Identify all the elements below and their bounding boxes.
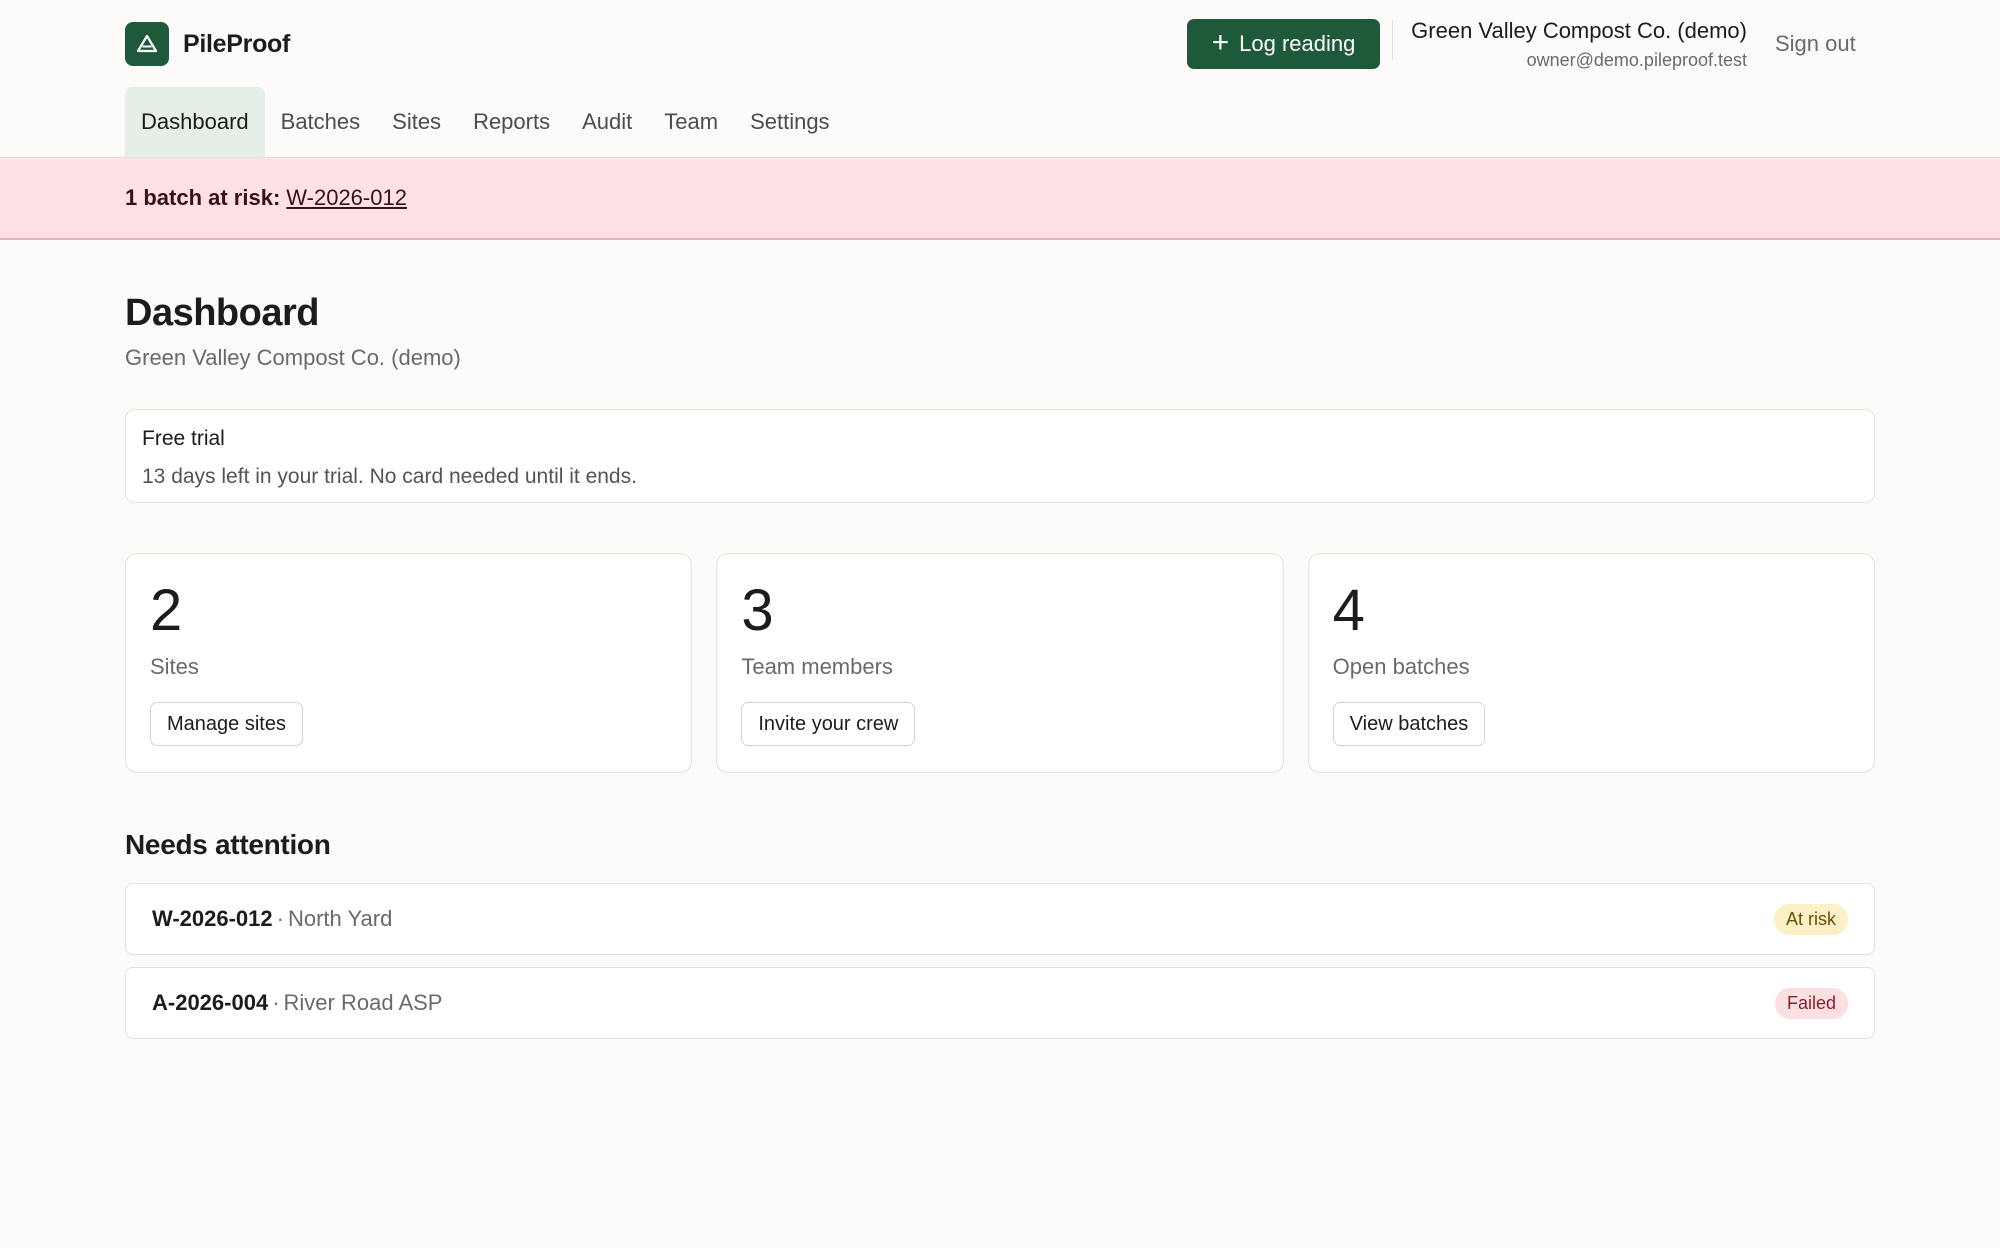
nav-sites[interactable]: Sites [376, 87, 457, 157]
nav-reports[interactable]: Reports [457, 87, 566, 157]
log-reading-label: Log reading [1239, 31, 1356, 56]
stat-value: 2 [150, 578, 183, 643]
trial-notice: Free trial 13 days left in your trial. N… [125, 409, 1875, 503]
stat-label: Open batches [1332, 654, 1470, 679]
stat-label: Sites [150, 654, 199, 679]
nav-team[interactable]: Team [648, 87, 734, 157]
separator: · [276, 906, 284, 931]
risk-alert-banner: 1 batch at risk: W-2026-012 [0, 158, 2000, 240]
alert-label: 1 batch at risk: [125, 185, 281, 210]
separator: · [272, 990, 280, 1015]
plus-icon: + [1211, 25, 1230, 59]
invite-crew-button[interactable]: Invite your crew [741, 702, 916, 746]
log-reading-button[interactable]: + Log reading [1187, 19, 1380, 69]
header-divider [1392, 20, 1393, 60]
trial-text: 13 days left in your trial. No card need… [142, 465, 637, 488]
page-subtitle: Green Valley Compost Co. (demo) [125, 345, 461, 370]
trial-title: Free trial [142, 427, 225, 450]
nav-dashboard[interactable]: Dashboard [125, 87, 265, 157]
brand[interactable]: PileProof [125, 22, 290, 66]
batch-site: River Road ASP [283, 990, 443, 1015]
app-name: PileProof [183, 29, 291, 58]
attention-list: W-2026-012 · North Yard At risk A-2026-004… [125, 883, 1875, 1039]
list-item[interactable]: A-2026-004 · River Road ASP Failed [125, 967, 1875, 1039]
batch-info: W-2026-012 · North Yard [152, 906, 392, 932]
stat-card-batches: 4 Open batches View batches [1307, 553, 1875, 773]
status-badge: At risk [1773, 903, 1848, 935]
view-batches-button[interactable]: View batches [1332, 702, 1486, 746]
batch-site: North Yard [287, 906, 393, 931]
stat-card-sites: 2 Sites Manage sites [125, 553, 693, 773]
triangle-icon [125, 22, 169, 66]
stat-label: Team members [741, 654, 893, 679]
needs-attention-title: Needs attention [125, 829, 331, 860]
nav-audit[interactable]: Audit [566, 87, 648, 157]
nav-batches[interactable]: Batches [265, 87, 377, 157]
top-bar: PileProof + Log reading Green Valley Com… [0, 0, 2000, 158]
main-content: Dashboard Green Valley Compost Co. (demo… [0, 292, 2000, 1039]
list-item[interactable]: W-2026-012 · North Yard At risk [125, 883, 1875, 955]
page-title: Dashboard [125, 292, 319, 334]
stat-card-team: 3 Team members Invite your crew [716, 553, 1284, 773]
batch-id: A-2026-004 [152, 990, 269, 1015]
status-badge: Failed [1774, 987, 1848, 1019]
stats-cards: 2 Sites Manage sites 3 Team members Invi… [125, 553, 1875, 773]
stat-value: 4 [1332, 578, 1365, 643]
stat-value: 3 [741, 578, 774, 643]
account-info: Green Valley Compost Co. (demo) owner@de… [1411, 18, 1747, 71]
org-name: Green Valley Compost Co. (demo) [1411, 18, 1747, 43]
batch-info: A-2026-004 · River Road ASP [152, 990, 442, 1016]
alert-batch-link[interactable]: W-2026-012 [286, 185, 407, 211]
nav-settings[interactable]: Settings [734, 87, 846, 157]
main-nav: Dashboard Batches Sites Reports Audit Te… [125, 87, 846, 157]
user-email: owner@demo.pileproof.test [1526, 50, 1747, 70]
sign-out-link[interactable]: Sign out [1775, 31, 1856, 57]
manage-sites-button[interactable]: Manage sites [150, 702, 303, 746]
batch-id: W-2026-012 [152, 906, 273, 931]
